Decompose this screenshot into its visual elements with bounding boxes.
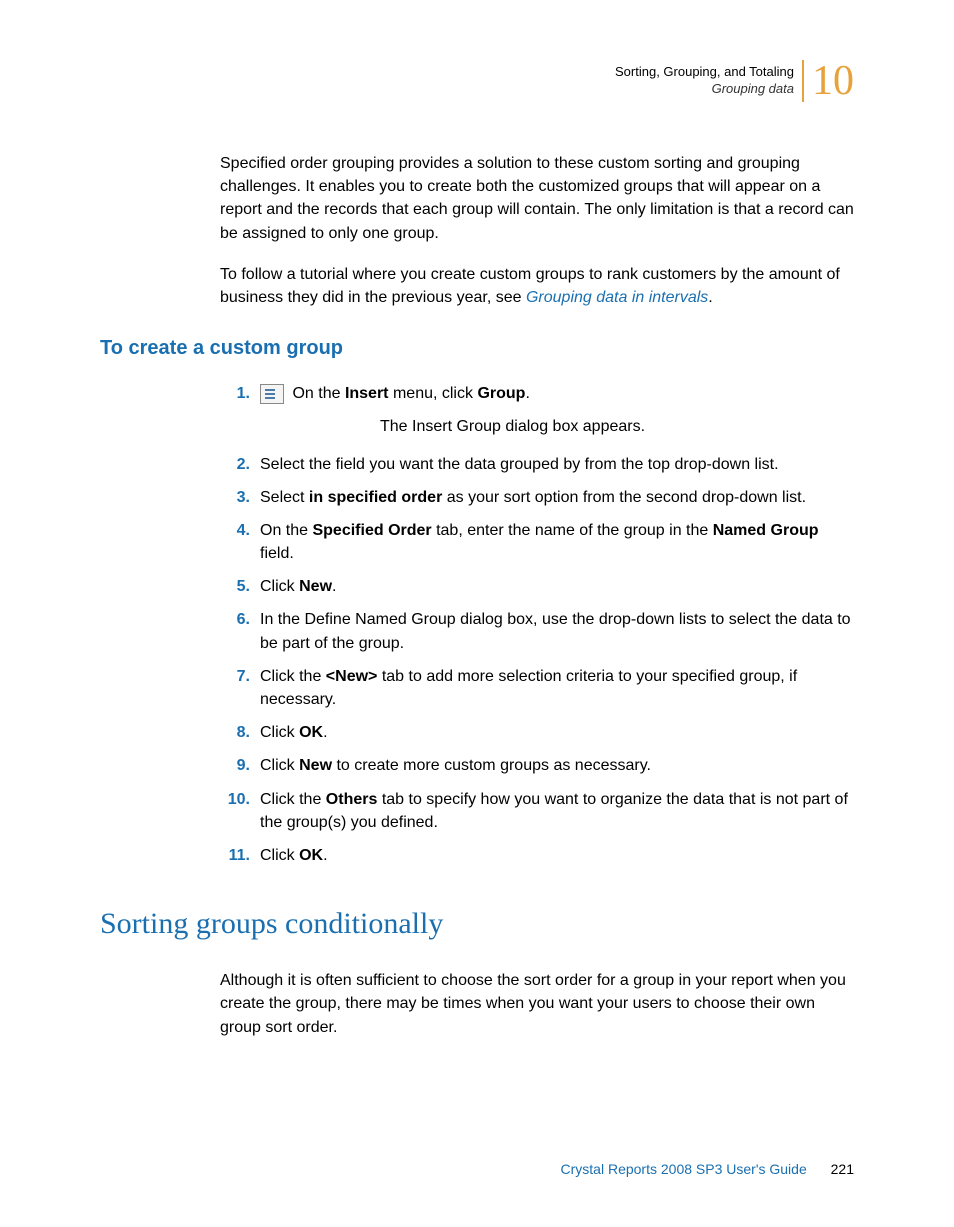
step-7: 7. Click the <New> tab to add more selec…: [220, 665, 854, 711]
step-body: Click OK.: [260, 844, 854, 867]
step-number: 10.: [220, 788, 250, 811]
footer-page-number: 221: [831, 1161, 854, 1177]
step-3: 3. Select in specified order as your sor…: [220, 486, 854, 509]
step-body: Click OK.: [260, 721, 854, 744]
step-body: In the Define Named Group dialog box, us…: [260, 608, 854, 654]
header-title: Sorting, Grouping, and Totaling: [615, 64, 794, 81]
step-2: 2. Select the field you want the data gr…: [220, 453, 854, 476]
step-number: 9.: [220, 754, 250, 777]
insert-group-icon: [260, 384, 284, 404]
page-content: Sorting, Grouping, and Totaling Grouping…: [0, 0, 954, 1097]
step-9: 9. Click New to create more custom group…: [220, 754, 854, 777]
step-5: 5. Click New.: [220, 575, 854, 598]
step-body: Click New.: [260, 575, 854, 598]
step-10: 10. Click the Others tab to specify how …: [220, 788, 854, 834]
step-body: Select in specified order as your sort o…: [260, 486, 854, 509]
step-body: On the Insert menu, click Group.: [260, 382, 854, 405]
chapter-number: 10: [802, 60, 854, 102]
intro-p2-b: .: [708, 289, 712, 306]
page-header: Sorting, Grouping, and Totaling Grouping…: [100, 60, 854, 102]
step-number: 11.: [220, 844, 250, 867]
step-number: 4.: [220, 519, 250, 542]
heading-sorting-groups-conditionally: Sorting groups conditionally: [100, 907, 854, 941]
intro-paragraph-2: To follow a tutorial where you create cu…: [220, 263, 854, 309]
heading-create-custom-group: To create a custom group: [100, 337, 854, 360]
step-6: 6. In the Define Named Group dialog box,…: [220, 608, 854, 654]
step-body: Click the <New> tab to add more selectio…: [260, 665, 854, 711]
step-number: 2.: [220, 453, 250, 476]
step-1-note: The Insert Group dialog box appears.: [380, 415, 854, 438]
link-grouping-intervals[interactable]: Grouping data in intervals: [526, 289, 708, 306]
page-footer: Crystal Reports 2008 SP3 User's Guide 22…: [561, 1161, 854, 1177]
header-subtitle: Grouping data: [615, 81, 794, 98]
step-number: 1.: [220, 382, 250, 405]
step-1: 1. On the Insert menu, click Group.: [220, 382, 854, 405]
section2-paragraph-1: Although it is often sufficient to choos…: [220, 969, 854, 1039]
step-body: Click New to create more custom groups a…: [260, 754, 854, 777]
step-body: On the Specified Order tab, enter the na…: [260, 519, 854, 565]
step-number: 6.: [220, 608, 250, 631]
step-body: Click the Others tab to specify how you …: [260, 788, 854, 834]
step-11: 11. Click OK.: [220, 844, 854, 867]
intro-paragraph-1: Specified order grouping provides a solu…: [220, 152, 854, 245]
step-4: 4. On the Specified Order tab, enter the…: [220, 519, 854, 565]
step-number: 5.: [220, 575, 250, 598]
header-text: Sorting, Grouping, and Totaling Grouping…: [615, 64, 794, 98]
steps-list: 1. On the Insert menu, click Group. The …: [220, 382, 854, 867]
step-body: Select the field you want the data group…: [260, 453, 854, 476]
step-number: 7.: [220, 665, 250, 688]
step-8: 8. Click OK.: [220, 721, 854, 744]
footer-doc-title: Crystal Reports 2008 SP3 User's Guide: [561, 1161, 807, 1177]
step-number: 3.: [220, 486, 250, 509]
step-number: 8.: [220, 721, 250, 744]
